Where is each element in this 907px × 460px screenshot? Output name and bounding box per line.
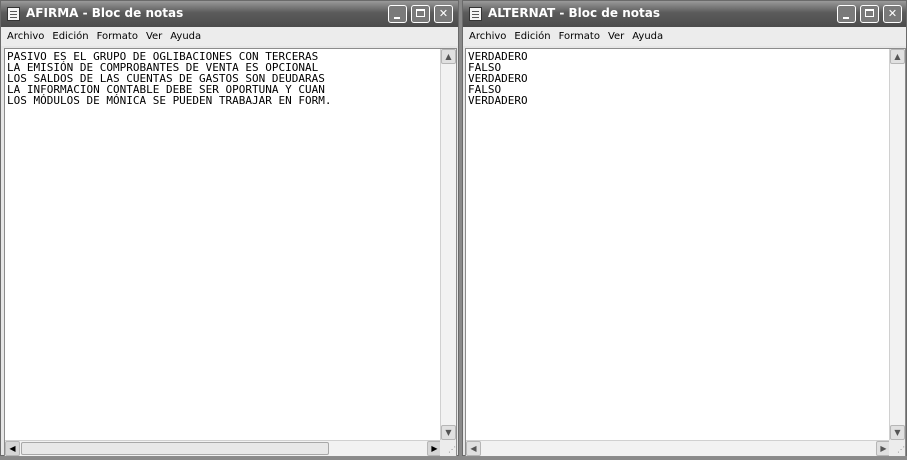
notepad-window-alternat: ALTERNAT - Bloc de notas ✕ Archivo Edició… [462, 0, 907, 457]
text-line: VERDADERO [468, 72, 528, 85]
vertical-scrollbar[interactable]: ▲ ▼ [889, 49, 905, 440]
window-title: AFIRMA - Bloc de notas [26, 6, 184, 20]
menu-edicion[interactable]: Edición [510, 27, 554, 42]
text-line: VERDADERO [468, 51, 528, 63]
scroll-left-arrow-icon[interactable]: ◀ [5, 441, 20, 456]
notepad-window-afirma: AFIRMA - Bloc de notas ✕ Archivo Edición F… [0, 0, 459, 457]
resize-grip-icon[interactable]: ⋰ [889, 440, 905, 456]
menu-formato[interactable]: Formato [555, 27, 604, 42]
close-button[interactable]: ✕ [883, 5, 902, 23]
horizontal-scrollbar[interactable]: ◀ ▶ [5, 440, 442, 456]
minimize-button[interactable] [837, 5, 856, 23]
horizontal-scrollbar[interactable]: ◀ ▶ [466, 440, 891, 456]
scroll-left-arrow-icon[interactable]: ◀ [466, 441, 481, 456]
scroll-down-arrow-icon[interactable]: ▼ [890, 425, 905, 440]
notepad-icon[interactable] [469, 7, 482, 21]
minimize-button[interactable] [388, 5, 407, 23]
text-line: LOS MÓDULOS DE MÓNICA SE PUEDEN TRABAJAR… [7, 94, 332, 107]
vertical-scrollbar[interactable]: ▲ ▼ [440, 49, 456, 440]
scroll-down-arrow-icon[interactable]: ▼ [441, 425, 456, 440]
menu-ayuda[interactable]: Ayuda [628, 27, 667, 42]
menu-formato[interactable]: Formato [93, 27, 142, 42]
maximize-button[interactable] [860, 5, 879, 23]
window-title: ALTERNAT - Bloc de notas [488, 6, 660, 20]
text-line: FALSO [468, 83, 502, 96]
document-text[interactable]: PASIVO ES EL GRUPO DE OGLIBACIONES CON T… [7, 51, 439, 431]
menu-archivo[interactable]: Archivo [463, 27, 510, 42]
scrollbar-thumb[interactable] [21, 442, 329, 455]
text-editor[interactable]: VERDADERO FALSO VERDADERO FALSO VERDADERO ▲ … [465, 48, 906, 457]
title-bar[interactable]: AFIRMA - Bloc de notas ✕ [1, 1, 458, 27]
title-bar[interactable]: ALTERNAT - Bloc de notas ✕ [463, 1, 906, 27]
text-editor[interactable]: PASIVO ES EL GRUPO DE OGLIBACIONES CON T… [4, 48, 457, 457]
maximize-button[interactable] [411, 5, 430, 23]
menu-ver[interactable]: Ver [142, 27, 166, 42]
scroll-up-arrow-icon[interactable]: ▲ [890, 49, 905, 64]
text-line: FALSO [468, 61, 502, 74]
text-line: VERDADERO [468, 94, 528, 107]
menu-ayuda[interactable]: Ayuda [166, 27, 205, 42]
scroll-up-arrow-icon[interactable]: ▲ [441, 49, 456, 64]
menu-bar: Archivo Edición Formato Ver Ayuda [463, 27, 906, 46]
notepad-icon[interactable] [7, 7, 20, 21]
menu-ver[interactable]: Ver [604, 27, 628, 42]
resize-grip-icon[interactable]: ⋰ [440, 440, 456, 456]
menu-bar: Archivo Edición Formato Ver Ayuda [1, 27, 458, 46]
menu-edicion[interactable]: Edición [48, 27, 92, 42]
document-text[interactable]: VERDADERO FALSO VERDADERO FALSO VERDADERO [468, 51, 888, 431]
close-button[interactable]: ✕ [434, 5, 453, 23]
menu-archivo[interactable]: Archivo [1, 27, 48, 42]
